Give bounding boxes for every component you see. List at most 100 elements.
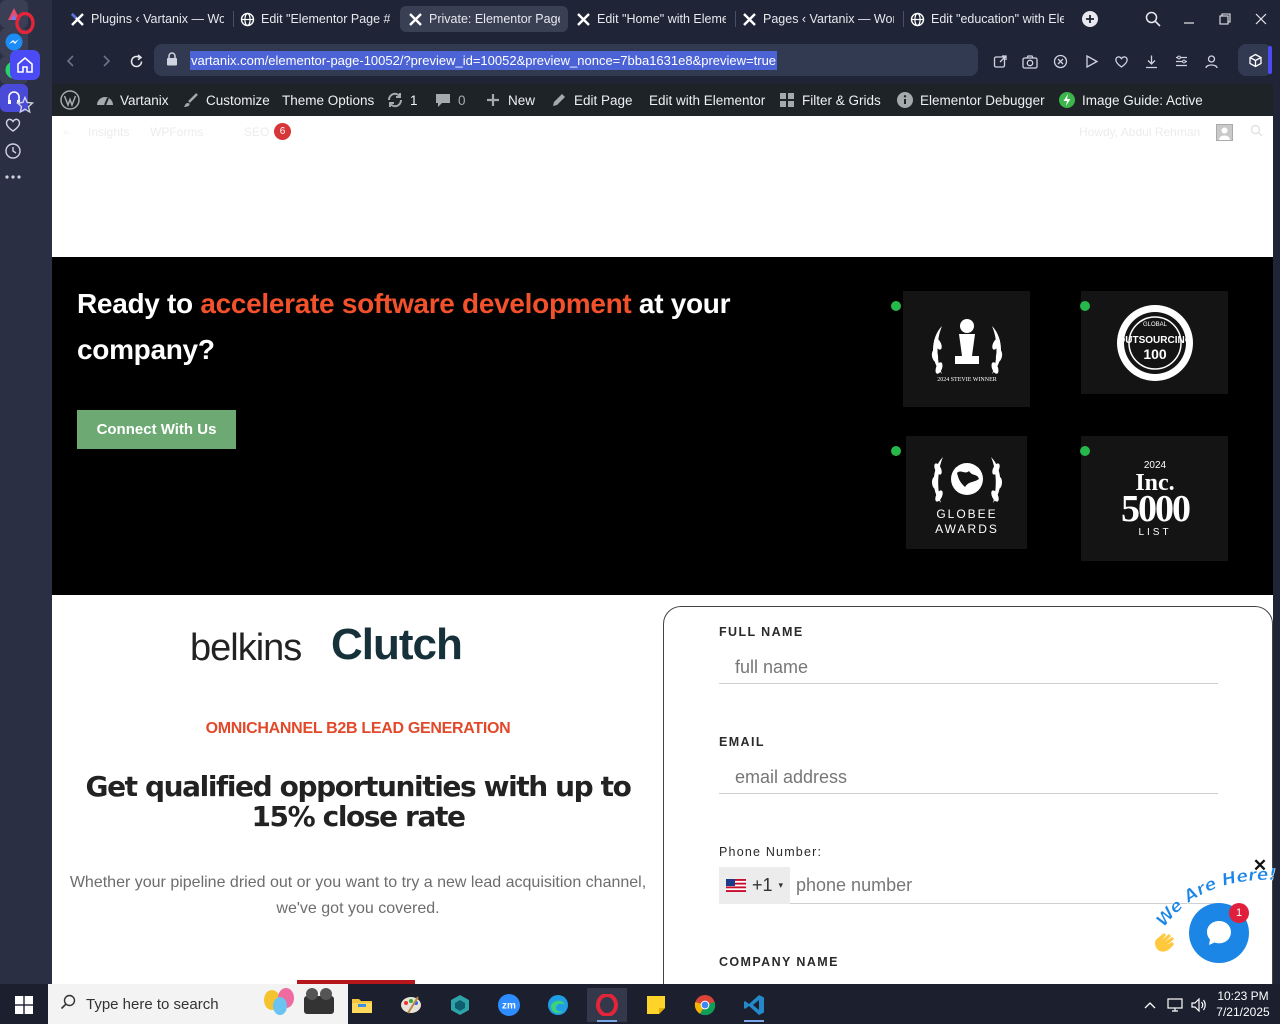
seo-link[interactable]: SEO [244,125,269,139]
download-icon[interactable] [1141,51,1161,71]
insights-icon[interactable]: ▫ [64,125,68,139]
back-arrow-icon[interactable] [60,50,82,72]
comments-menu[interactable]: 0 [434,84,466,116]
edit-with-elementor-menu[interactable]: Edit with Elementor [649,84,765,116]
debugger-label: Elementor Debugger [920,92,1045,108]
pinboard-heart-icon[interactable] [1111,51,1131,71]
windows-start-icon[interactable] [4,988,44,1022]
restore-window-icon[interactable] [1213,8,1237,30]
tab-label: Edit "Home" with Elementor [597,12,726,26]
tab-pages[interactable]: Pages ‹ Vartanix — WordPress [734,6,902,32]
filter-grids-label: Filter & Grids [802,92,881,108]
close-window-icon[interactable] [1249,8,1273,30]
connect-with-us-button[interactable]: Connect With Us [77,410,236,449]
zoom-app-icon[interactable]: zm [489,988,529,1022]
globee-awards-badge: GLOBEE AWARDS [906,436,1027,549]
url-text[interactable]: vartanix.com/elementor-page-10052/?previ… [190,50,778,70]
opera-logo-icon[interactable] [10,8,40,38]
seo-badge: 6 [274,123,291,140]
full-name-input[interactable] [719,652,1218,684]
tab-label: Edit "education" with Elementor [931,12,1064,26]
tab-edit-home[interactable]: Edit "Home" with Elementor [568,6,734,32]
outsourcing-top-text: GLOBAL [1142,322,1167,328]
country-code-selector[interactable]: +1 ▾ [719,866,790,904]
theme-options-menu[interactable]: Theme Options [282,84,374,116]
tab-label: Pages ‹ Vartanix — WordPress [763,12,894,26]
elementor-x-icon [408,12,423,27]
hero-title-highlight: accelerate software development [200,288,632,319]
profile-icon[interactable] [1201,51,1221,71]
address-bar[interactable]: vartanix.com/elementor-page-10052/?previ… [154,44,978,76]
history-clock-icon[interactable] [0,138,26,164]
sticky-notes-icon[interactable] [636,988,676,1022]
tab-search-icon[interactable] [1141,8,1165,30]
chrome-browser-icon[interactable] [685,988,725,1022]
section-headline: Get qualified opportunities with up to 1… [85,770,631,833]
globe-icon [240,12,255,27]
vscode-icon[interactable] [734,988,774,1022]
file-explorer-icon[interactable] [342,988,382,1022]
wpforms-link[interactable]: WPForms [150,125,203,139]
phone-field: +1 ▾ [719,866,1218,904]
paintbrush-icon [182,91,200,109]
new-content-menu[interactable]: New [484,84,535,116]
edit-page-menu[interactable]: Edit Page [550,84,633,116]
camera-snapshot-icon[interactable] [1020,51,1040,71]
send-to-flow-icon[interactable] [990,51,1010,71]
network-icon[interactable] [1163,988,1187,1022]
ad-blocker-icon[interactable] [1050,51,1070,71]
paint-app-icon[interactable] [391,988,431,1022]
customize-label: Customize [206,92,270,108]
filter-grids-menu[interactable]: Filter & Grids [778,84,881,116]
home-icon[interactable] [10,50,40,80]
image-guide-menu[interactable]: Image Guide: Active [1058,84,1203,116]
more-options-icon[interactable] [0,164,26,190]
windows-taskbar: Type here to search zm 10:23 PM 7/21/202… [0,984,1280,1024]
tab-plugins[interactable]: Plugins ‹ Vartanix — WordPress [62,6,232,32]
lock-icon[interactable] [166,52,178,71]
tab-edit-education[interactable]: Edit "education" with Elementor [902,6,1072,32]
taskbar-clock[interactable]: 10:23 PM 7/21/2025 [1212,988,1274,1020]
show-hidden-icons-chevron-icon[interactable] [1138,988,1162,1022]
site-name-menu[interactable]: Vartanix [96,84,169,116]
tab-private-elementor-page[interactable]: Private: Elementor Page #10052 [400,6,568,32]
phone-input[interactable] [790,874,1170,896]
caret-down-icon: ▾ [778,879,784,890]
clock-date: 7/21/2025 [1216,1005,1270,1019]
stevie-award-text: 2024 STEVIE WINNER [937,377,997,383]
bookmarks-star-icon[interactable] [10,90,40,120]
elementor-x-icon [742,12,757,27]
new-tab-plus-icon[interactable] [1078,8,1102,30]
extensions-cube-icon[interactable] [1238,44,1272,76]
volume-speaker-icon[interactable] [1187,988,1211,1022]
taskbar-search-placeholder: Type here to search [86,995,219,1013]
theme-options-label: Theme Options [282,92,375,108]
secondary-admin-bar: ▫ Insights WPForms SEO 6 Howdy, Abdul Re… [52,116,1273,148]
insights-link[interactable]: Insights [88,125,129,139]
edge-browser-icon[interactable] [538,988,578,1022]
globee-text: GLOBEE [936,507,997,521]
easy-setup-menu-icon[interactable] [1171,51,1191,71]
reload-icon[interactable] [125,50,147,72]
opera-taskbar-icon[interactable] [587,988,627,1022]
howdy-user[interactable]: Howdy, Abdul Rehman [1079,125,1200,139]
tab-edit-elementor-page[interactable]: Edit "Elementor Page #10052" [232,6,398,32]
updates-menu[interactable]: 1 [386,84,418,116]
taskbar-search[interactable]: Type here to search [48,984,348,1024]
email-input[interactable] [719,762,1218,794]
wordpress-logo-icon[interactable] [60,84,80,116]
section-body: Whether your pipeline dried out or you w… [69,874,647,917]
teal-app-icon[interactable] [440,988,480,1022]
new-label: New [508,92,536,108]
customize-menu[interactable]: Customize [182,84,270,116]
avatar[interactable] [1216,124,1233,141]
forward-arrow-icon[interactable] [95,50,117,72]
status-dot [1080,446,1090,456]
globe-icon [910,12,925,27]
edit-page-label: Edit Page [574,92,633,108]
minimize-icon[interactable] [1177,8,1201,30]
search-icon[interactable] [1250,124,1263,140]
player-play-icon[interactable] [1081,51,1101,71]
elementor-debugger-menu[interactable]: Elementor Debugger [896,84,1045,116]
browser-sidebar [0,0,52,984]
